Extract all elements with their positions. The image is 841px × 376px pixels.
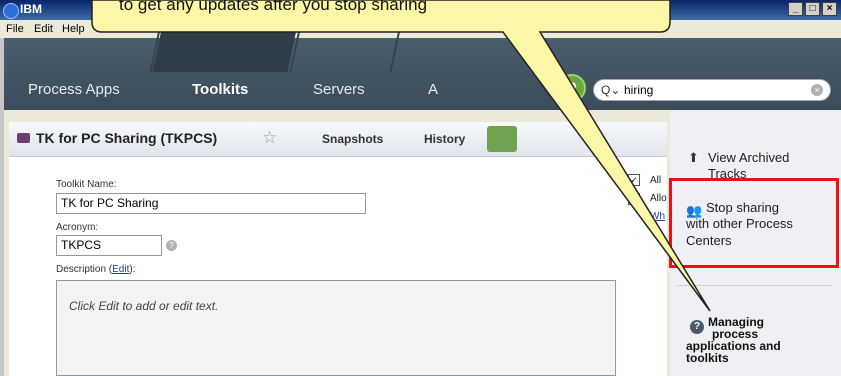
acronym-help-icon[interactable]: ? [166,240,177,251]
description-box[interactable]: Click Edit to add or edit text. [56,280,616,376]
toolkit-name-label: Toolkit Name: [56,179,117,190]
tab-toolkits[interactable]: Toolkits [192,81,248,98]
acronym-label: Acronym: [56,222,99,233]
acronym-input[interactable]: TKPCS [56,235,162,256]
clear-search-icon[interactable]: × [811,84,823,96]
overview-tab[interactable] [487,126,517,152]
allow-label-1: All [650,175,662,186]
tab-snapshots[interactable]: Snapshots [322,132,383,146]
minimize-button[interactable]: _ [788,2,803,16]
app-icon [3,3,19,19]
archive-upload-icon: ⬆ [688,150,699,165]
tab-history[interactable]: History [424,132,465,146]
description-label: Description (Edit): [56,264,136,275]
tab-servers[interactable]: Servers [313,81,365,98]
window-title: IBM [20,2,42,16]
search-icon[interactable]: Q⌄ [601,83,620,97]
search-input[interactable]: hiring [624,83,653,97]
menu-edit[interactable]: Edit [34,23,53,35]
allow-label-2: Allo [650,193,667,204]
menu-file[interactable]: File [6,23,24,35]
close-button[interactable]: × [822,2,837,16]
allow-checkbox-1[interactable]: ✓ [628,174,640,186]
description-edit-link[interactable]: Edit [112,264,129,275]
managing-help-link[interactable]: Managing process applications and toolkits [686,316,781,364]
briefcase-icon [17,133,30,143]
toolkit-title: TK for PC Sharing (TKPCS) [36,130,218,146]
divider [676,285,832,286]
tab-process-apps[interactable]: Process Apps [28,81,120,98]
toolkit-name-input[interactable]: TK for PC Sharing [56,193,366,214]
search-field[interactable]: Q⌄ hiring × [593,79,831,101]
tab-admin[interactable]: A [428,81,438,98]
allow-checkbox-2[interactable] [628,193,640,205]
callout-text: to get any updates after you stop sharin… [119,0,428,14]
description-placeholder: Click Edit to add or edit text. [69,299,219,313]
help-button[interactable]: ? [558,74,586,102]
options-link[interactable]: Wh [650,211,665,222]
menu-help[interactable]: Help [62,23,85,35]
active-tab-background [152,20,299,72]
menu-bar: File Edit Help [0,20,841,38]
favorite-star-icon[interactable]: ☆ [262,128,277,148]
application-window: IBM _ □ × File Edit Help Process Apps To… [0,0,841,376]
highlight-box [669,178,839,268]
maximize-button[interactable]: □ [805,2,820,16]
